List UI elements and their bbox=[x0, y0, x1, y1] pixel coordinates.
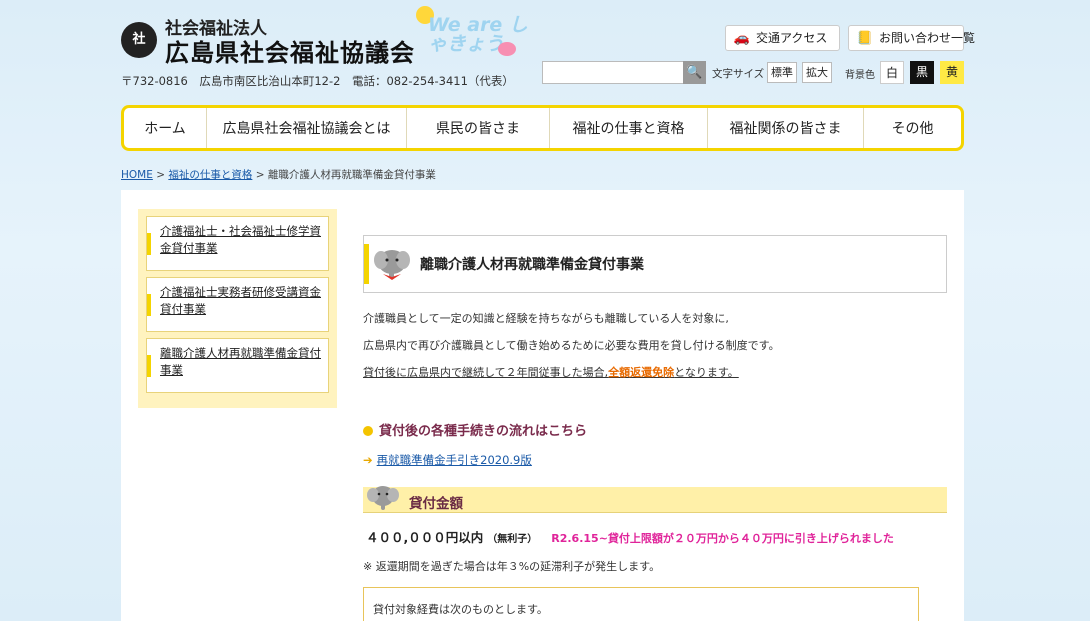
nav-item-about[interactable]: 広島県社会福祉協議会とは bbox=[207, 108, 407, 148]
eligible-expenses-box: 貸付対象経費は次のものとします。 bbox=[363, 587, 919, 621]
logo-mark-icon: 社 bbox=[121, 22, 157, 58]
eligible-expenses-text: 貸付対象経費は次のものとします。 bbox=[373, 603, 548, 616]
page-title-box: 離職介護人材再就職準備金貸付事業 bbox=[363, 235, 947, 293]
search-icon: 🔍 bbox=[686, 65, 703, 80]
breadcrumb-current: 離職介護人材再就職準備金貸付事業 bbox=[267, 169, 436, 181]
sidebar: 介護福祉士・社会福祉士修学資金貸付事業 介護福祉士実務者研修受講資金貸付事業 離… bbox=[138, 209, 337, 408]
elephant-mascot-icon bbox=[367, 486, 399, 510]
access-label: 交通アクセス bbox=[756, 31, 828, 45]
search-input[interactable] bbox=[543, 63, 683, 85]
nav-item-residents[interactable]: 県民の皆さま bbox=[407, 108, 550, 148]
description-para-2: 広島県内で再び介護職員として働き始めるために必要な費用を貸し付ける制度です。 bbox=[363, 339, 780, 352]
breadcrumb-sep: > bbox=[156, 169, 166, 181]
bullet-dot-icon bbox=[363, 426, 373, 436]
bg-black-button[interactable]: 黒 bbox=[910, 61, 934, 84]
breadcrumb-parent[interactable]: 福祉の仕事と資格 bbox=[168, 169, 252, 181]
search-box bbox=[542, 61, 685, 85]
description-para-3: 貸付後に広島県内で継続して２年間従事した場合,全額返還免除となります。 bbox=[363, 364, 739, 380]
para3-after: となります。 bbox=[674, 366, 739, 379]
bg-color-label: 背景色 bbox=[845, 70, 875, 81]
guide-link-text: 再就職準備金手引き2020.9版 bbox=[376, 453, 532, 467]
full-exemption-highlight: 全額返還免除 bbox=[608, 366, 675, 379]
nav-item-home[interactable]: ホーム bbox=[124, 108, 207, 148]
sidebar-item-scholarship[interactable]: 介護福祉士・社会福祉士修学資金貸付事業 bbox=[146, 216, 329, 271]
breadcrumb: HOME > 福祉の仕事と資格 > 離職介護人材再就職準備金貸付事業 bbox=[121, 167, 436, 182]
sidebar-item-practitioner-training[interactable]: 介護福祉士実務者研修受講資金貸付事業 bbox=[146, 277, 329, 332]
loan-amount-section-header: 貸付金額 bbox=[363, 486, 947, 513]
nav-item-welfare-professionals[interactable]: 福祉関係の皆さま bbox=[708, 108, 864, 148]
loan-amount-value: ４００,０００円以内 bbox=[366, 530, 484, 545]
phone-book-icon: 📒 bbox=[856, 31, 874, 46]
access-button[interactable]: 🚗 交通アクセス bbox=[725, 25, 840, 51]
section-title: 貸付金額 bbox=[409, 496, 463, 512]
breadcrumb-home[interactable]: HOME bbox=[121, 169, 153, 181]
contact-label: お問い合わせ一覧 bbox=[879, 31, 976, 45]
interest-free-note: （無利子） bbox=[487, 534, 538, 545]
description-para-1: 介護職員として一定の知識と経験を持ちながらも離職している人を対象に, bbox=[363, 312, 729, 325]
badge-text: We are しゃきょう bbox=[428, 14, 528, 55]
elephant-mascot-icon bbox=[374, 250, 410, 280]
content-panel: 介護福祉士・社会福祉士修学資金貸付事業 介護福祉士実務者研修受講資金貸付事業 離… bbox=[121, 190, 964, 621]
global-nav: ホーム 広島県社会福祉協議会とは 県民の皆さま 福祉の仕事と資格 福祉関係の皆さ… bbox=[121, 105, 964, 151]
bg-yellow-button[interactable]: 黄 bbox=[940, 61, 964, 84]
font-size-large-button[interactable]: 拡大 bbox=[802, 62, 832, 83]
flow-heading: 貸付後の各種手続きの流れはこちら bbox=[363, 420, 587, 439]
sidebar-item-reemployment[interactable]: 離職介護人材再就職準備金貸付事業 bbox=[146, 338, 329, 393]
nav-item-other[interactable]: その他 bbox=[864, 108, 961, 148]
page-title: 離職介護人材再就職準備金貸付事業 bbox=[420, 257, 644, 273]
org-name: 広島県社会福祉協議会 bbox=[165, 39, 415, 67]
bird-icon bbox=[498, 42, 516, 56]
address-text: 〒732-0816 広島市南区比治山本町12-2 電話：082-254-3411… bbox=[121, 74, 514, 88]
arrow-right-icon: ➔ bbox=[363, 453, 373, 467]
contact-button[interactable]: 📒 お問い合わせ一覧 bbox=[848, 25, 975, 51]
late-interest-note: ※ 返還期間を過ぎた場合は年３%の延滞利子が発生します。 bbox=[363, 560, 661, 573]
loan-limit-update: R2.6.15~貸付上限額が２０万円から４０万円に引き上げられました bbox=[551, 532, 894, 545]
font-size-label: 文字サイズ bbox=[712, 68, 765, 80]
car-icon: 🚗 bbox=[733, 31, 751, 46]
para3-before: 貸付後に広島県内で継続して２年間従事した場合, bbox=[363, 366, 609, 379]
breadcrumb-sep: > bbox=[255, 169, 265, 181]
guide-link[interactable]: ➔ 再就職準備金手引き2020.9版 bbox=[363, 452, 532, 468]
search-button[interactable]: 🔍 bbox=[683, 61, 706, 84]
loan-amount: ４００,０００円以内 （無利子） R2.6.15~貸付上限額が２０万円から４０万円に… bbox=[366, 527, 894, 546]
bg-white-button[interactable]: 白 bbox=[880, 61, 904, 84]
we-are-shakyo-badge: We are しゃきょう bbox=[416, 6, 536, 66]
flow-heading-text: 貸付後の各種手続きの流れはこちら bbox=[379, 424, 588, 439]
font-size-standard-button[interactable]: 標準 bbox=[767, 62, 797, 83]
nav-item-welfare-jobs[interactable]: 福祉の仕事と資格 bbox=[550, 108, 708, 148]
